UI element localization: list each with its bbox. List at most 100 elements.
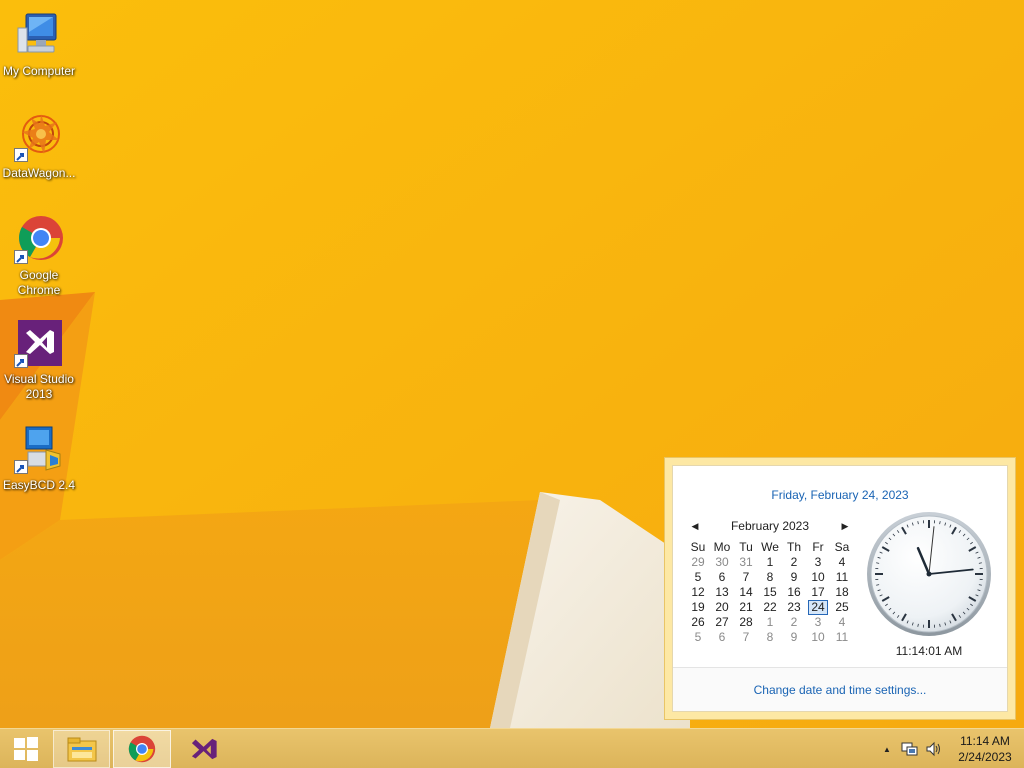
calendar-weekday-header: Mo	[713, 540, 731, 554]
calendar-day[interactable]: 14	[734, 585, 758, 600]
calendar-weekday-header: Th	[786, 540, 801, 554]
calendar-day[interactable]: 25	[830, 600, 854, 615]
calendar-weekday-header: Tu	[739, 540, 753, 554]
network-icon	[901, 742, 918, 756]
taskbar-time: 11:14 AM	[960, 734, 1010, 748]
calendar-day[interactable]: 9	[782, 570, 806, 585]
speaker-icon	[926, 741, 940, 757]
calendar-day[interactable]: 2	[782, 615, 806, 630]
next-month-icon[interactable]: ▶	[839, 521, 851, 532]
shortcut-arrow-icon	[14, 250, 28, 264]
calendar-day[interactable]: 26	[686, 615, 710, 630]
shortcut-arrow-icon	[14, 460, 28, 474]
calendar-day[interactable]: 27	[710, 615, 734, 630]
calendar-day[interactable]: 4	[830, 555, 854, 570]
calendar-header: ◀ February 2023 ▶	[685, 518, 855, 534]
desktop-icon-easybcd[interactable]: EasyBCD 2.4	[0, 424, 78, 493]
computer-icon	[14, 10, 64, 60]
desktop-icon-label: My Computer	[2, 64, 76, 78]
taskbar-visual-studio[interactable]	[176, 730, 234, 768]
calendar-day[interactable]: 2	[782, 555, 806, 570]
long-date-link[interactable]: Friday, February 24, 2023	[673, 488, 1007, 502]
date-time-flyout: Friday, February 24, 2023 ◀ February 202…	[664, 457, 1016, 720]
taskbar-date: 2/24/2023	[958, 750, 1012, 764]
flyout-panel: Friday, February 24, 2023 ◀ February 202…	[672, 465, 1008, 712]
show-hidden-icons-button[interactable]: ▲	[876, 729, 898, 768]
calendar-day[interactable]: 5	[686, 630, 710, 645]
chrome-icon	[128, 735, 156, 763]
system-tray: ▲ 11:14 AM 2/24/2023	[876, 729, 1024, 768]
calendar-day[interactable]: 6	[710, 630, 734, 645]
calendar-day[interactable]: 24	[808, 600, 828, 615]
calendar-day[interactable]: 30	[710, 555, 734, 570]
desktop-icon-label: Google Chrome	[17, 268, 61, 297]
chevron-up-icon: ▲	[883, 744, 891, 754]
desktop-icon-label: DataWagon...	[2, 166, 76, 180]
calendar-day[interactable]: 17	[806, 585, 830, 600]
calendar-weekday-header: Su	[690, 540, 706, 554]
chrome-icon	[14, 214, 64, 264]
calendar-day[interactable]: 7	[734, 630, 758, 645]
clock-digital-time: 11:14:01 AM	[895, 644, 963, 658]
network-status-button[interactable]	[898, 729, 922, 768]
calendar-day[interactable]: 29	[686, 555, 710, 570]
calendar-day[interactable]: 19	[686, 600, 710, 615]
volume-button[interactable]	[922, 729, 946, 768]
calendar-grid: Su Mo Tu We Th Fr Sa 29 30 31 1 2 3 4 5 6 7 8 9 10 11 12 13 14 1…	[685, 540, 855, 645]
calendar-month-label[interactable]: February 2023	[731, 519, 809, 533]
calendar-day[interactable]: 21	[734, 600, 758, 615]
calendar-weekday-header: Sa	[834, 540, 850, 554]
calendar-day[interactable]: 22	[758, 600, 782, 615]
calendar-day[interactable]: 11	[830, 570, 854, 585]
calendar-day[interactable]: 28	[734, 615, 758, 630]
visual-studio-icon	[14, 318, 64, 368]
visual-studio-icon	[191, 738, 217, 760]
desktop-icon-datawagon[interactable]: DataWagon...	[0, 112, 78, 181]
easybcd-icon	[14, 424, 64, 474]
previous-month-icon[interactable]: ◀	[689, 521, 701, 532]
calendar-weekday-header: Fr	[812, 540, 824, 554]
calendar-day[interactable]: 3	[806, 615, 830, 630]
calendar-day[interactable]: 3	[806, 555, 830, 570]
calendar-day[interactable]: 8	[758, 630, 782, 645]
calendar-day[interactable]: 11	[830, 630, 854, 645]
calendar-day[interactable]: 1	[758, 555, 782, 570]
calendar-day[interactable]: 8	[758, 570, 782, 585]
calendar-day[interactable]: 12	[686, 585, 710, 600]
calendar-day[interactable]: 31	[734, 555, 758, 570]
calendar-day[interactable]: 4	[830, 615, 854, 630]
taskbar-clock[interactable]: 11:14 AM 2/24/2023	[946, 729, 1024, 768]
windows-logo-icon	[14, 737, 38, 761]
calendar-day[interactable]: 13	[710, 585, 734, 600]
calendar-day[interactable]: 6	[710, 570, 734, 585]
desktop-icon-label: Visual Studio 2013	[4, 372, 74, 401]
calendar-day[interactable]: 10	[806, 630, 830, 645]
calendar-day[interactable]: 16	[782, 585, 806, 600]
desktop-icon-visual-studio-2013[interactable]: Visual Studio 2013	[0, 318, 78, 402]
taskbar-file-explorer[interactable]	[53, 730, 110, 768]
desktop-icon-label: EasyBCD 2.4	[2, 478, 76, 492]
calendar: ◀ February 2023 ▶ Su Mo Tu We Th Fr Sa 29 30 31 1 2…	[685, 518, 855, 645]
datawagon-icon	[14, 112, 64, 162]
calendar-day[interactable]: 1	[758, 615, 782, 630]
shortcut-arrow-icon	[14, 354, 28, 368]
desktop-icon-google-chrome[interactable]: Google Chrome	[0, 214, 78, 298]
calendar-day[interactable]: 5	[686, 570, 710, 585]
calendar-day[interactable]: 15	[758, 585, 782, 600]
calendar-day[interactable]: 7	[734, 570, 758, 585]
calendar-day[interactable]: 20	[710, 600, 734, 615]
calendar-weekday-header: We	[761, 540, 779, 554]
flyout-footer: Change date and time settings...	[673, 667, 1007, 711]
start-button[interactable]	[0, 730, 52, 768]
calendar-day[interactable]: 10	[806, 570, 830, 585]
calendar-day[interactable]: 23	[782, 600, 806, 615]
taskbar: ▲ 11:14 AM 2/24/2023	[0, 728, 1024, 768]
file-explorer-icon	[67, 737, 96, 762]
change-date-time-settings-link[interactable]: Change date and time settings...	[754, 683, 927, 697]
analog-clock	[867, 512, 991, 636]
shortcut-arrow-icon	[14, 148, 28, 162]
desktop-icon-my-computer[interactable]: My Computer	[0, 10, 78, 79]
calendar-day[interactable]: 18	[830, 585, 854, 600]
calendar-day[interactable]: 9	[782, 630, 806, 645]
taskbar-google-chrome[interactable]	[113, 730, 171, 768]
